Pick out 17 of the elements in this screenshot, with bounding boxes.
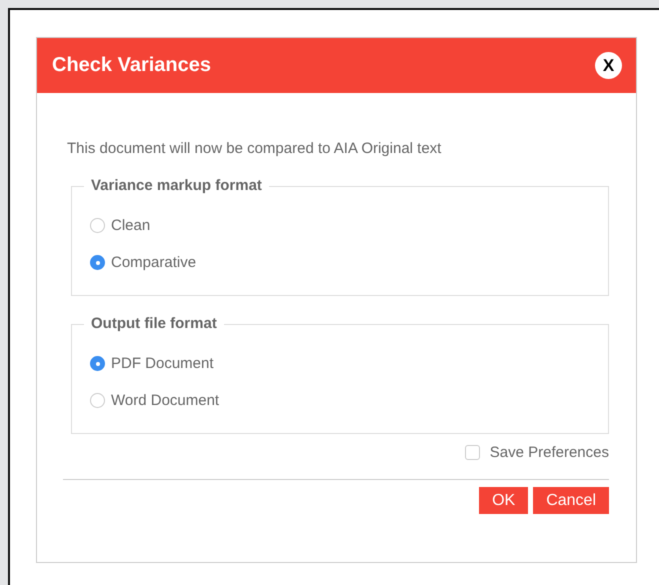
radio-label[interactable]: PDF Document [111,355,214,372]
dialog-title: Check Variances [52,54,211,77]
radio-label[interactable]: Comparative [111,254,196,271]
radio-button[interactable] [90,218,105,233]
radio-label[interactable]: Word Document [111,392,220,409]
close-button[interactable]: X [595,52,622,79]
dialog-message: This document will now be compared to AIA Original text [67,140,442,157]
radio-label[interactable]: Clean [111,217,150,234]
group-legend: Variance markup format [84,177,269,194]
checkbox[interactable] [464,445,480,460]
radio-button[interactable] [90,255,105,270]
ok-button[interactable]: OK [479,487,528,514]
cancel-button[interactable]: Cancel [533,487,609,514]
radio-button[interactable] [90,356,105,371]
checkbox-label[interactable]: Save Preferences [490,444,609,461]
group-legend: Output file format [84,315,224,332]
radio-button[interactable] [90,393,105,408]
